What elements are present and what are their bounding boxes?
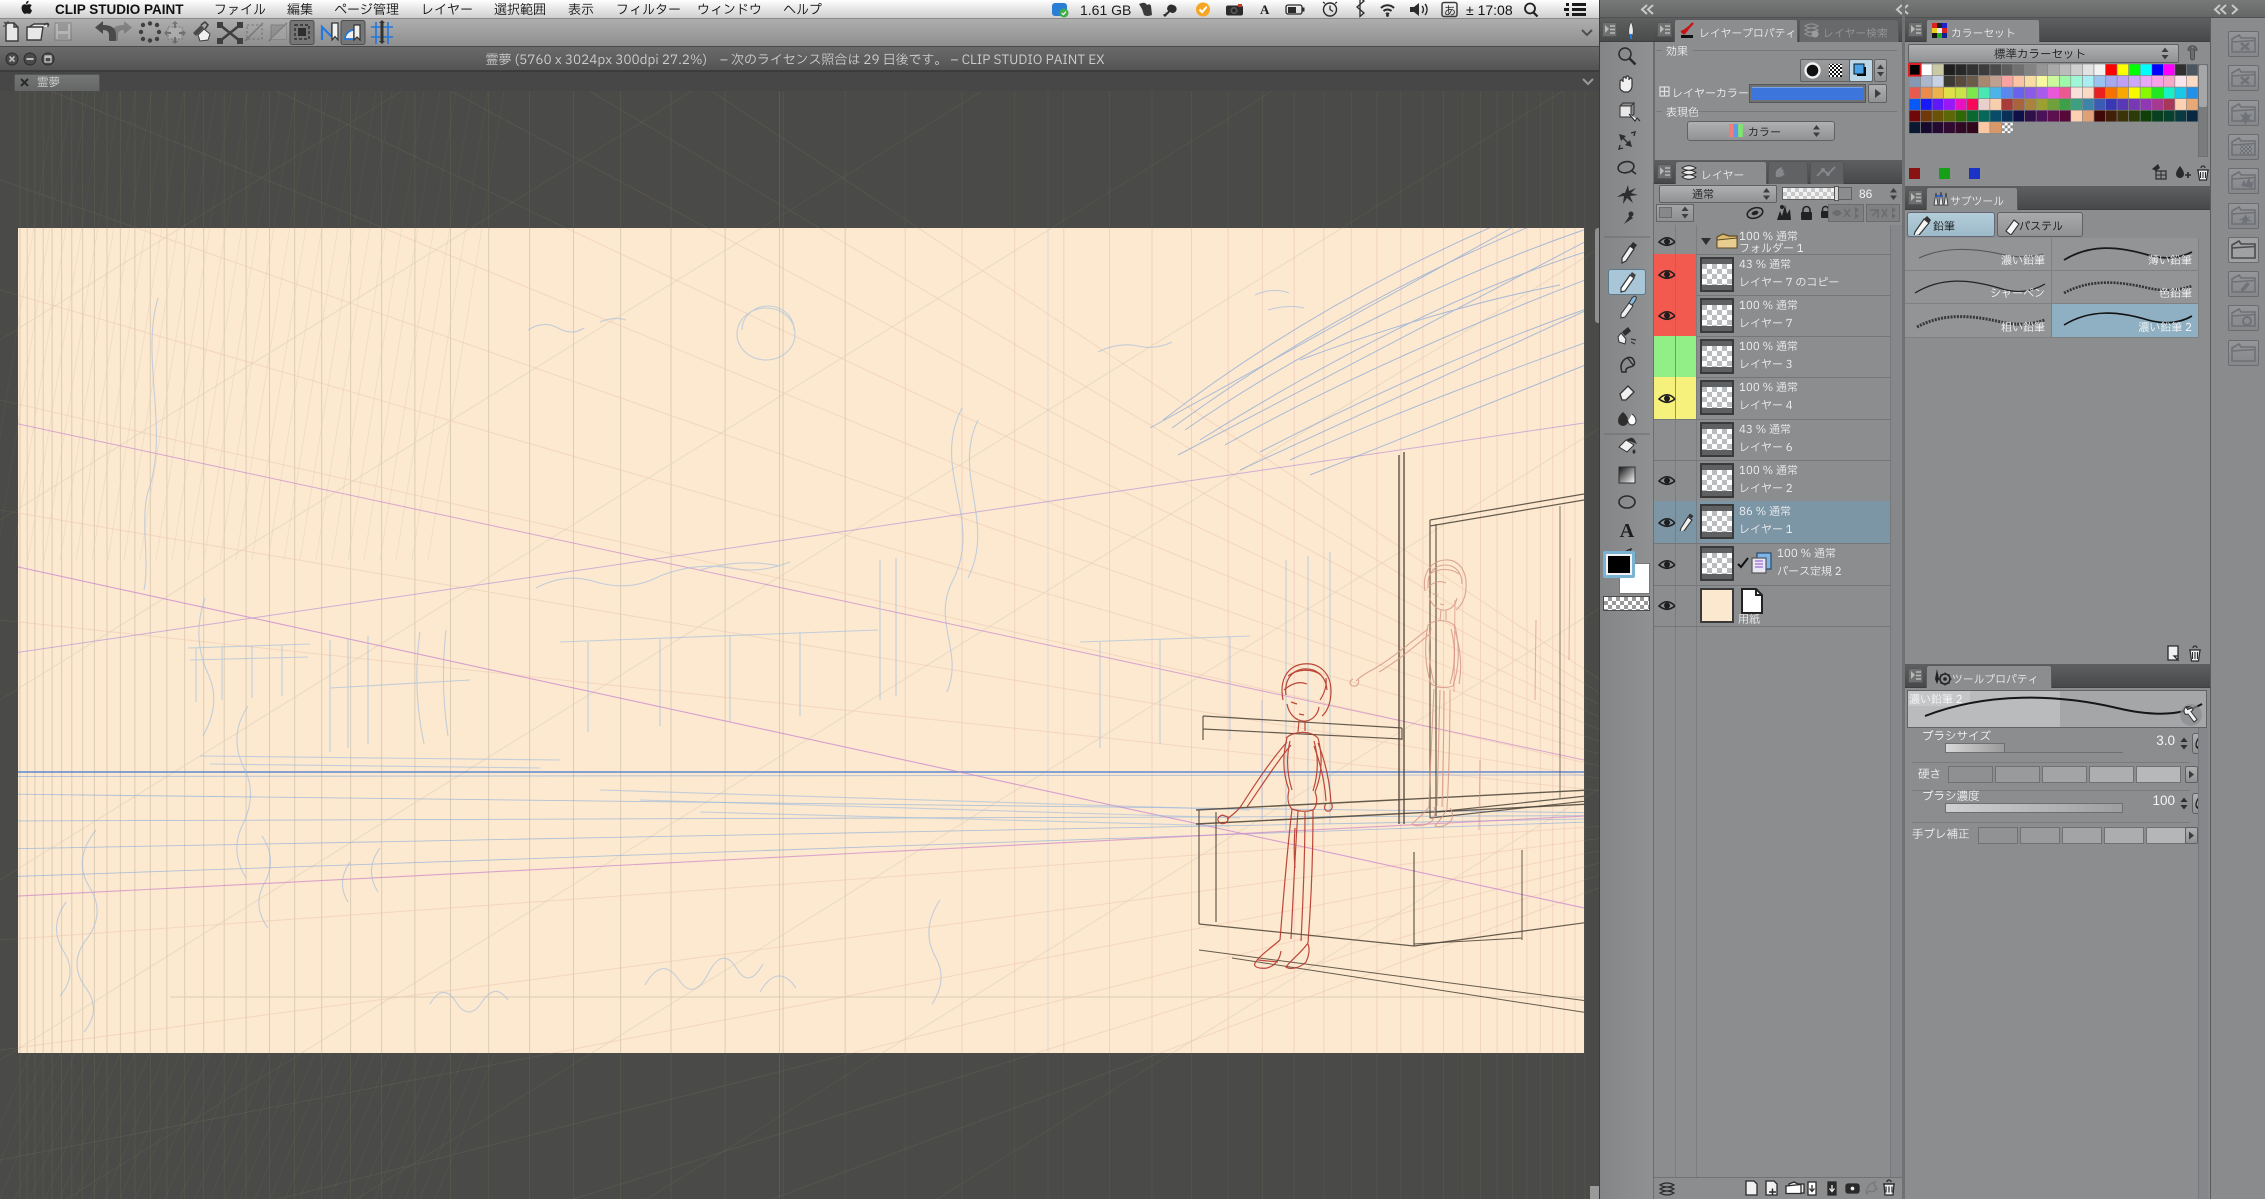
svg-text:A: A <box>1260 2 1270 17</box>
svg-text:A: A <box>1620 520 1635 542</box>
